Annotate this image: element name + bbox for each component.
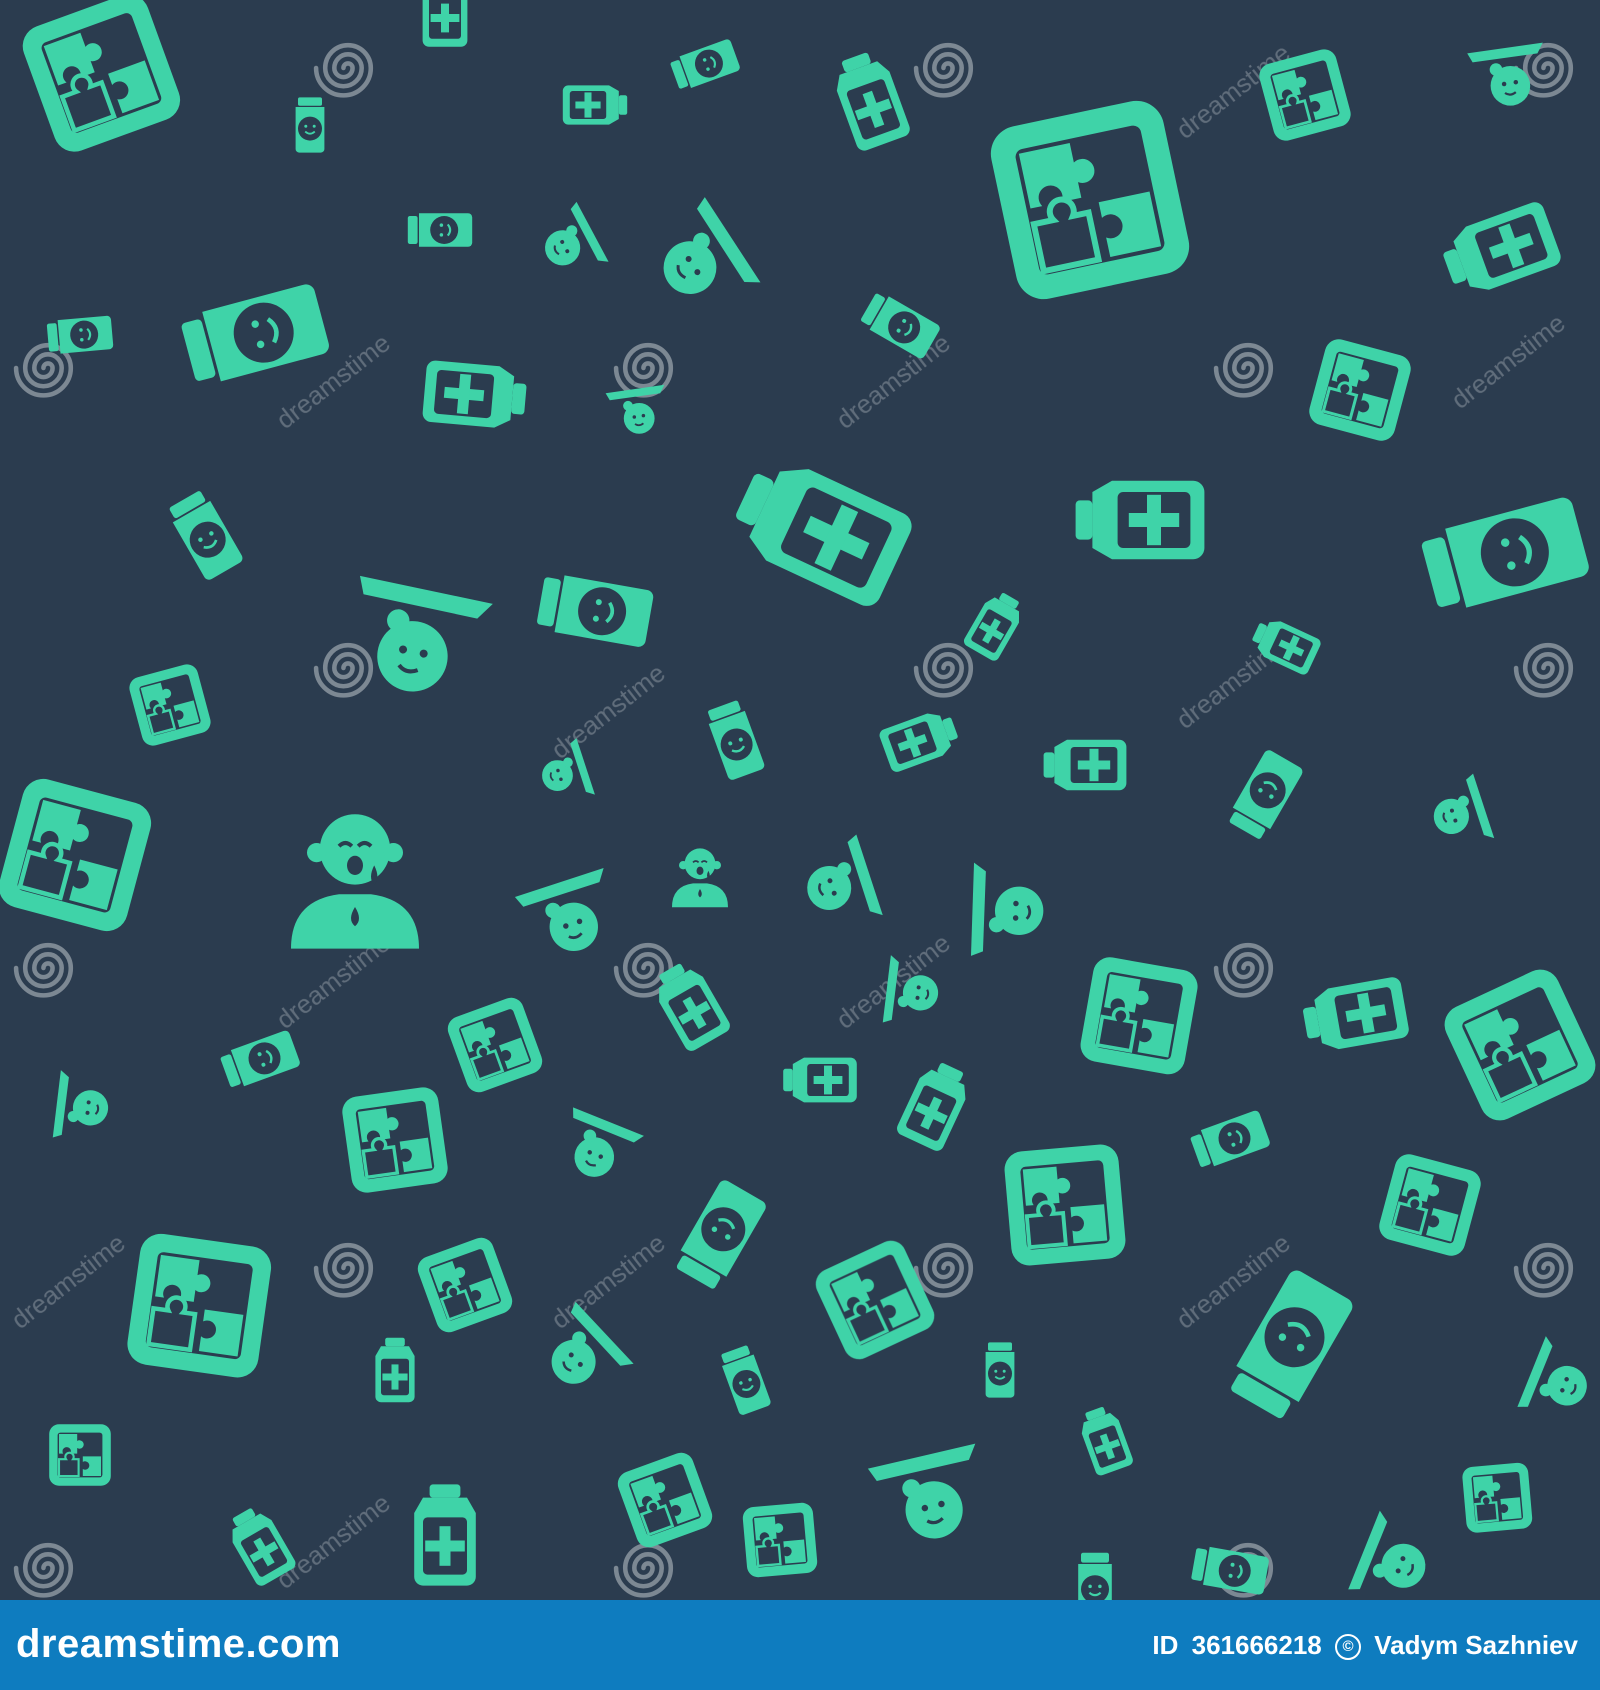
stock-footer-bar: dreamstime.com ID 361666218 © Vadym Sazh… — [0, 1600, 1600, 1690]
id-label: ID — [1152, 1630, 1179, 1660]
crying-baby-icon — [291, 814, 729, 948]
author-name[interactable]: Vadym Sazhniev — [1374, 1630, 1578, 1660]
copyright-icon: © — [1335, 1634, 1361, 1661]
svg-text:dreamstime: dreamstime — [545, 657, 671, 764]
baby-swing-icon — [42, 41, 1600, 1600]
baby-food-jar-smile-icon — [45, 37, 1591, 1600]
seamless-icon-pattern: dreamstime dreamstime dreamstime dreamst… — [0, 0, 1600, 1600]
svg-text:dreamstime: dreamstime — [270, 1487, 396, 1594]
svg-text:dreamstime: dreamstime — [830, 327, 956, 434]
svg-text:dreamstime: dreamstime — [5, 1227, 131, 1334]
image-credit: ID 361666218 © Vadym Sazhniev — [1146, 1630, 1578, 1661]
stock-image-frame: dreamstime dreamstime dreamstime dreamst… — [0, 0, 1600, 1690]
brand-logo-text[interactable]: dreamstime.com — [16, 1622, 341, 1667]
image-id: 361666218 — [1191, 1630, 1322, 1660]
svg-text:dreamstime: dreamstime — [545, 1227, 671, 1334]
svg-text:dreamstime: dreamstime — [1445, 307, 1571, 414]
jigsaw-puzzle-icon — [0, 0, 1600, 1580]
